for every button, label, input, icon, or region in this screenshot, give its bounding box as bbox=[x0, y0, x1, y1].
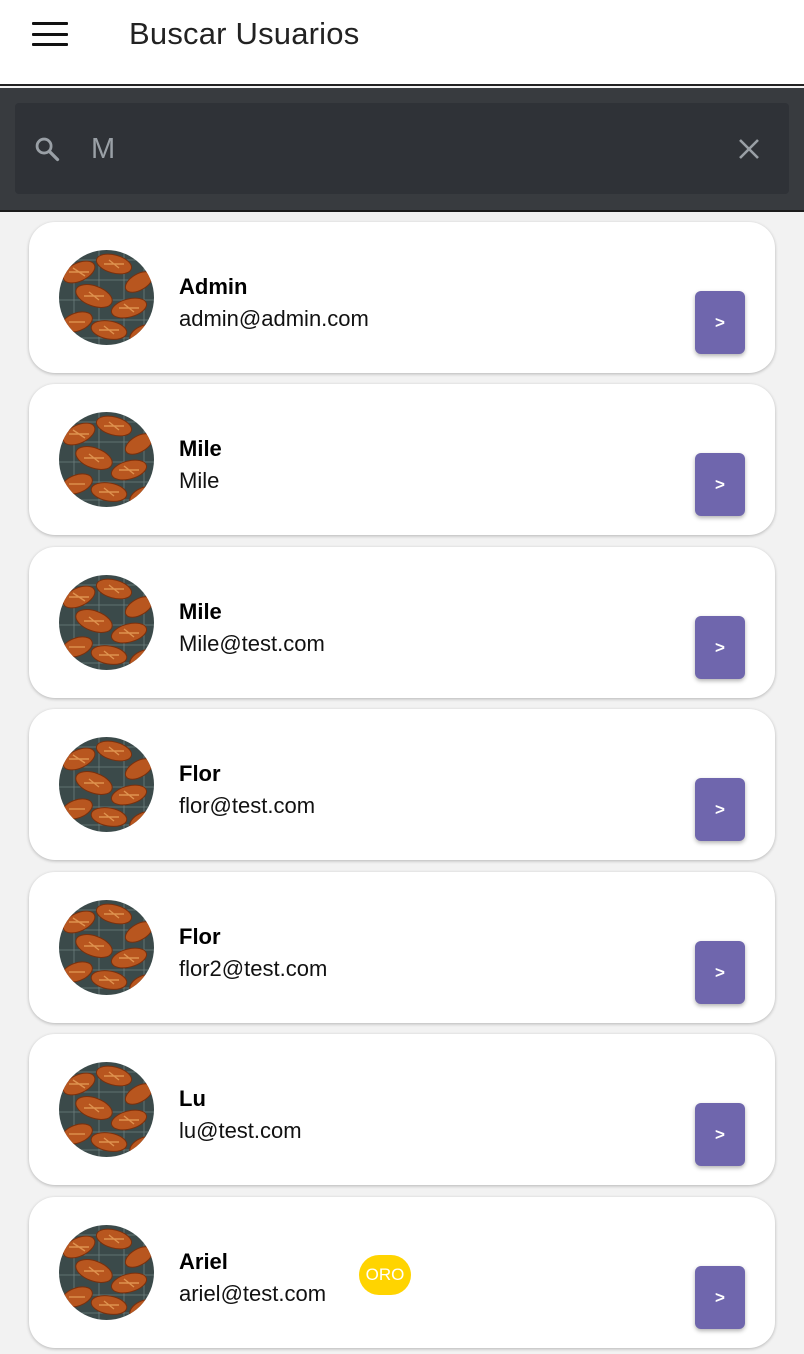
view-user-button[interactable]: > bbox=[695, 778, 745, 841]
user-card[interactable]: Mile Mile@test.com > bbox=[29, 547, 775, 698]
close-icon[interactable] bbox=[737, 137, 761, 161]
user-name: Ariel bbox=[179, 1249, 228, 1274]
tier-badge: ORO bbox=[359, 1255, 411, 1295]
avatar bbox=[59, 412, 154, 507]
avatar bbox=[59, 1062, 154, 1157]
search-bar bbox=[0, 88, 804, 212]
avatar bbox=[59, 575, 154, 670]
view-user-button[interactable]: > bbox=[695, 616, 745, 679]
avatar bbox=[59, 737, 154, 832]
search-icon bbox=[35, 137, 60, 162]
user-email: flor@test.com bbox=[179, 793, 316, 818]
user-name: Admin bbox=[179, 274, 248, 299]
search-field[interactable] bbox=[15, 103, 789, 194]
user-card[interactable]: Ariel ariel@test.com ORO > bbox=[29, 1197, 775, 1348]
app-header: Buscar Usuarios bbox=[0, 0, 804, 86]
user-email: Mile bbox=[179, 468, 220, 493]
user-card[interactable]: Lu lu@test.com > bbox=[29, 1034, 775, 1185]
user-card[interactable]: Flor flor@test.com > bbox=[29, 709, 775, 860]
view-user-button[interactable]: > bbox=[695, 453, 745, 516]
user-card[interactable]: Admin admin@admin.com > bbox=[29, 222, 775, 373]
view-user-button[interactable]: > bbox=[695, 291, 745, 354]
user-email: lu@test.com bbox=[179, 1118, 302, 1143]
user-name: Mile bbox=[179, 599, 222, 624]
user-email: ariel@test.com bbox=[179, 1281, 327, 1306]
user-name: Flor bbox=[179, 924, 221, 949]
user-name: Lu bbox=[179, 1086, 206, 1111]
user-email: flor2@test.com bbox=[179, 956, 328, 981]
hamburger-menu-icon[interactable] bbox=[32, 22, 68, 46]
view-user-button[interactable]: > bbox=[695, 1103, 745, 1166]
avatar bbox=[59, 250, 154, 345]
avatar bbox=[59, 900, 154, 995]
view-user-button[interactable]: > bbox=[695, 941, 745, 1004]
avatar bbox=[59, 1225, 154, 1320]
user-email: admin@admin.com bbox=[179, 306, 369, 331]
user-card[interactable]: Mile Mile > bbox=[29, 384, 775, 535]
user-name: Flor bbox=[179, 761, 221, 786]
user-name: Mile bbox=[179, 436, 222, 461]
page-title: Buscar Usuarios bbox=[129, 16, 360, 51]
user-email: Mile@test.com bbox=[179, 631, 325, 656]
user-card[interactable]: Flor flor2@test.com > bbox=[29, 872, 775, 1023]
view-user-button[interactable]: > bbox=[695, 1266, 745, 1329]
search-input[interactable] bbox=[91, 125, 691, 173]
